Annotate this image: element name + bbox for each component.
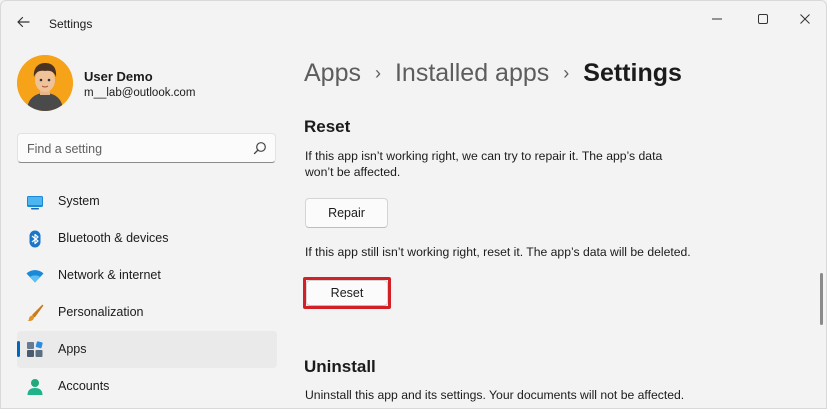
sidebar-item-personalization[interactable]: Personalization [17, 294, 277, 331]
breadcrumb-apps[interactable]: Apps [304, 59, 361, 88]
search-input[interactable]: Find a setting [17, 133, 276, 163]
minimize-icon [712, 18, 722, 20]
minimize-button[interactable] [694, 5, 740, 33]
close-icon [800, 14, 810, 24]
page-title: Settings [583, 58, 682, 87]
sidebar-item-accounts[interactable]: Accounts [17, 368, 277, 405]
sidebar-item-label: Network & internet [58, 268, 161, 282]
sidebar-item-system[interactable]: System [17, 183, 277, 220]
sidebar-item-apps[interactable]: Apps [17, 331, 277, 368]
chevron-right-icon: › [563, 62, 570, 83]
active-indicator [17, 341, 20, 357]
user-profile[interactable]: User Demo m__lab@outlook.com [17, 53, 277, 113]
maximize-icon [758, 14, 768, 24]
search-icon [253, 142, 266, 155]
sidebar-nav: System Bluetooth & devices Network & int… [17, 183, 277, 405]
avatar [17, 55, 73, 111]
sidebar-item-label: Bluetooth & devices [58, 231, 169, 245]
app-title: Settings [49, 17, 93, 31]
uninstall-description: Uninstall this app and its settings. You… [305, 388, 685, 402]
close-button[interactable] [782, 5, 826, 33]
breadcrumb-installed-apps[interactable]: Installed apps [395, 59, 549, 88]
settings-window: Settings User Demo m__lab@outlook.com Fi… [0, 0, 827, 409]
reset-description: If this app still isn’t working right, r… [305, 245, 691, 259]
sidebar-item-label: Personalization [58, 305, 144, 319]
network-icon [26, 270, 44, 283]
breadcrumb: Apps › Installed apps › Settings [304, 56, 682, 90]
user-name: User Demo [84, 69, 153, 84]
back-button[interactable] [9, 9, 37, 35]
system-icon [27, 196, 43, 210]
search-placeholder: Find a setting [27, 142, 103, 156]
reset-button-highlight [303, 277, 391, 309]
accounts-icon [27, 379, 43, 395]
sidebar-item-network[interactable]: Network & internet [17, 257, 277, 294]
brush-icon [27, 304, 44, 321]
sidebar-item-label: System [58, 194, 100, 208]
repair-button[interactable]: Repair [305, 198, 388, 228]
scrollbar[interactable] [820, 273, 823, 325]
user-avatar-icon [17, 55, 73, 111]
maximize-button[interactable] [740, 5, 786, 33]
user-email: m__lab@outlook.com [84, 87, 196, 99]
sidebar-item-bluetooth[interactable]: Bluetooth & devices [17, 220, 277, 257]
apps-icon [27, 341, 43, 357]
sidebar-item-label: Apps [58, 342, 87, 356]
repair-description-line2: won’t be affected. [305, 165, 401, 179]
arrow-left-icon [17, 16, 30, 28]
reset-section-title: Reset [304, 117, 351, 136]
uninstall-section-title: Uninstall [304, 357, 376, 376]
chevron-right-icon: › [374, 62, 381, 83]
repair-description-line1: If this app isn’t working right, we can … [305, 149, 663, 163]
title-bar: Settings [1, 1, 826, 39]
sidebar-item-label: Accounts [58, 379, 110, 393]
bluetooth-icon [29, 230, 41, 248]
